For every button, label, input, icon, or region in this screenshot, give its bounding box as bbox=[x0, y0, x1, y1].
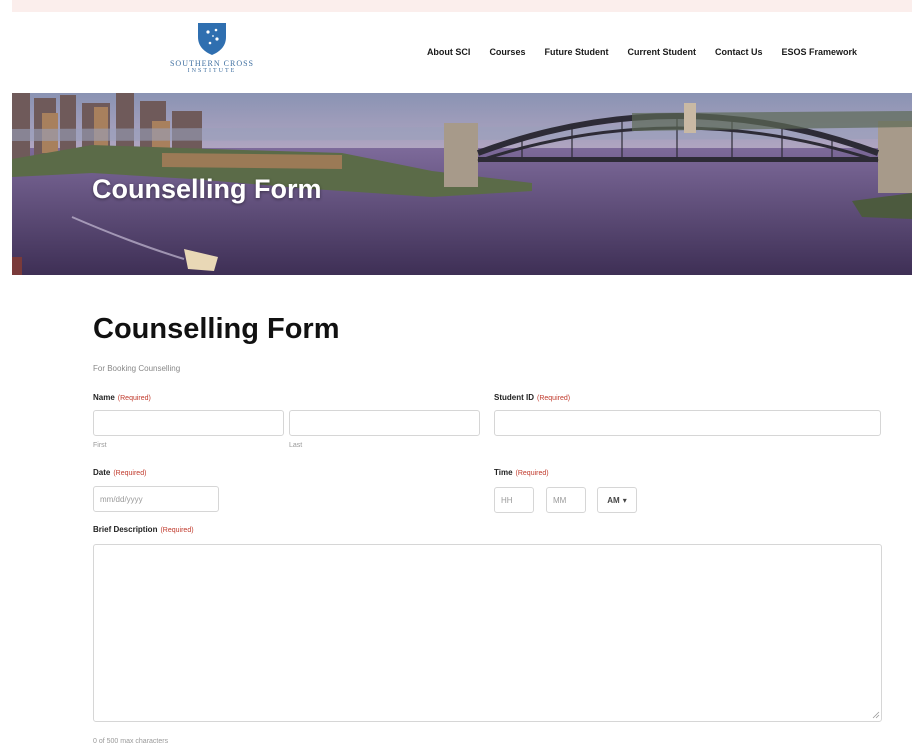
hero-banner: Counselling Form bbox=[12, 93, 912, 275]
last-name-input[interactable] bbox=[289, 410, 480, 436]
student-id-label: Student ID (Required) bbox=[494, 393, 570, 402]
nav-item-courses[interactable]: Courses bbox=[489, 47, 525, 57]
time-minute-input[interactable] bbox=[546, 487, 586, 513]
nav-item-esos-framework[interactable]: ESOS Framework bbox=[781, 47, 857, 57]
ampm-selected-value: AM bbox=[607, 495, 620, 505]
site-logo[interactable]: SOUTHERN CROSS INSTITUTE bbox=[160, 20, 264, 80]
form-title: Counselling Form bbox=[93, 313, 340, 345]
required-marker: (Required) bbox=[117, 395, 151, 402]
logo-subtitle: INSTITUTE bbox=[187, 68, 237, 74]
date-label-text: Date bbox=[93, 468, 111, 477]
time-hour-input[interactable] bbox=[494, 487, 534, 513]
hero-title: Counselling Form bbox=[92, 174, 322, 204]
nav-item-current-student[interactable]: Current Student bbox=[627, 47, 696, 57]
name-label: Name (Required) bbox=[93, 393, 151, 402]
chevron-down-icon: ▾ bbox=[622, 495, 627, 505]
brief-description-label-text: Brief Description bbox=[93, 525, 158, 534]
main-nav: About SCI Courses Future Student Current… bbox=[427, 47, 857, 57]
ampm-select[interactable]: AM ▾ bbox=[597, 487, 637, 513]
required-marker: (Required) bbox=[160, 527, 194, 534]
time-label-text: Time bbox=[494, 468, 513, 477]
logo-name: SOUTHERN CROSS bbox=[169, 59, 254, 68]
last-name-sublabel: Last bbox=[289, 442, 303, 449]
form-description: For Booking Counselling bbox=[93, 364, 181, 373]
nav-item-contact-us[interactable]: Contact Us bbox=[715, 47, 763, 57]
first-name-input[interactable] bbox=[93, 410, 284, 436]
date-label: Date (Required) bbox=[93, 468, 146, 477]
required-marker: (Required) bbox=[537, 395, 571, 402]
required-marker: (Required) bbox=[515, 470, 549, 477]
resize-handle-icon[interactable] bbox=[872, 711, 880, 719]
shield-logo-icon bbox=[198, 23, 226, 55]
student-id-input[interactable] bbox=[494, 410, 881, 436]
character-counter: 0 of 500 max characters bbox=[93, 738, 169, 745]
required-marker: (Required) bbox=[113, 470, 147, 477]
top-strip bbox=[12, 0, 912, 12]
student-id-label-text: Student ID bbox=[494, 393, 534, 402]
first-name-sublabel: First bbox=[93, 442, 107, 449]
name-label-text: Name bbox=[93, 393, 115, 402]
brief-description-label: Brief Description (Required) bbox=[93, 525, 194, 534]
brief-description-textarea[interactable] bbox=[93, 544, 882, 722]
time-label: Time (Required) bbox=[494, 468, 549, 477]
nav-item-about-sci[interactable]: About SCI bbox=[427, 47, 471, 57]
nav-item-future-student[interactable]: Future Student bbox=[544, 47, 608, 57]
date-input[interactable] bbox=[93, 486, 219, 512]
